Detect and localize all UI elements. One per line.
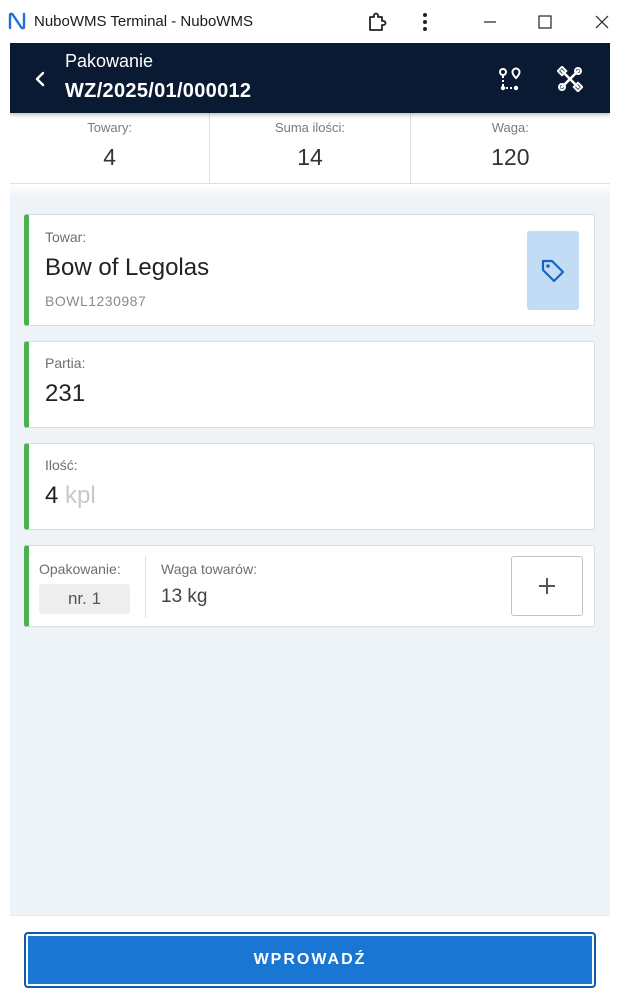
minimize-button[interactable] (465, 0, 515, 43)
divider (145, 556, 146, 618)
window-title: NuboWMS Terminal - NuboWMS (34, 13, 253, 30)
extensions-icon[interactable] (352, 0, 402, 43)
batch-value: 231 (45, 380, 86, 407)
stat-weight: Waga: 120 (409, 113, 610, 183)
product-tag-button[interactable] (527, 231, 579, 310)
stat-label: Towary: (87, 120, 133, 135)
window-border-right (610, 43, 631, 1002)
tools-button[interactable] (552, 61, 588, 97)
close-window-button[interactable] (577, 0, 627, 43)
chevron-left-icon (35, 71, 45, 87)
back-button[interactable] (24, 63, 56, 95)
stat-value: 14 (297, 144, 323, 170)
maximize-button[interactable] (520, 0, 570, 43)
route-button[interactable] (492, 61, 528, 97)
product-code: BOWL1230987 (45, 293, 147, 309)
goods-weight-value: 13 kg (161, 586, 208, 607)
product-card[interactable]: Towar: Bow of Legolas BOWL1230987 (24, 214, 595, 326)
packaging-chip[interactable]: nr. 1 (39, 584, 130, 614)
stat-quantity-sum: Suma ilości: 14 (209, 113, 409, 183)
route-icon (499, 67, 521, 91)
quantity-label: Ilość: (45, 457, 78, 473)
stat-items: Towary: 4 (10, 113, 209, 183)
stat-value: 4 (103, 144, 117, 170)
window-titlebar: NuboWMS Terminal - NuboWMS (0, 0, 631, 43)
more-options-icon[interactable] (400, 0, 450, 43)
tools-icon (557, 66, 583, 92)
footer: WPROWADŹ (10, 915, 610, 1002)
tag-icon (541, 259, 565, 282)
goods-weight-label: Waga towarów: (161, 561, 257, 577)
page-title: Pakowanie (65, 51, 154, 71)
product-label: Towar: (45, 229, 87, 245)
submit-button[interactable]: WPROWADŹ (24, 932, 596, 988)
stat-label: Waga: (491, 120, 529, 135)
quantity-card[interactable]: Ilość: 4 kpl (24, 443, 595, 530)
window-border-left (0, 43, 10, 1002)
packaging-label: Opakowanie: (39, 561, 121, 577)
product-name: Bow of Legolas (45, 254, 210, 281)
quantity-field[interactable]: 4 kpl (45, 482, 96, 510)
app-viewport: Pakowanie WZ/2025/01/000012 Towary: 4 Su… (10, 43, 610, 1002)
summary-stats: Towary: 4 Suma ilości: 14 Waga: 120 (10, 113, 610, 184)
app-header: Pakowanie WZ/2025/01/000012 (10, 43, 610, 113)
plus-icon (539, 578, 555, 594)
quantity-unit: kpl (65, 482, 96, 509)
add-package-button[interactable] (511, 556, 583, 616)
batch-label: Partia: (45, 355, 86, 371)
stat-value: 120 (491, 144, 530, 170)
document-number: WZ/2025/01/000012 (65, 80, 252, 102)
batch-card[interactable]: Partia: 231 (24, 341, 595, 428)
packaging-card: Opakowanie: nr. 1 Waga towarów: 13 kg (24, 545, 595, 627)
stat-label: Suma ilości: (274, 120, 346, 135)
nubowms-logo-icon (7, 11, 27, 31)
quantity-value: 4 (45, 482, 59, 509)
stats-shadow (10, 184, 610, 198)
